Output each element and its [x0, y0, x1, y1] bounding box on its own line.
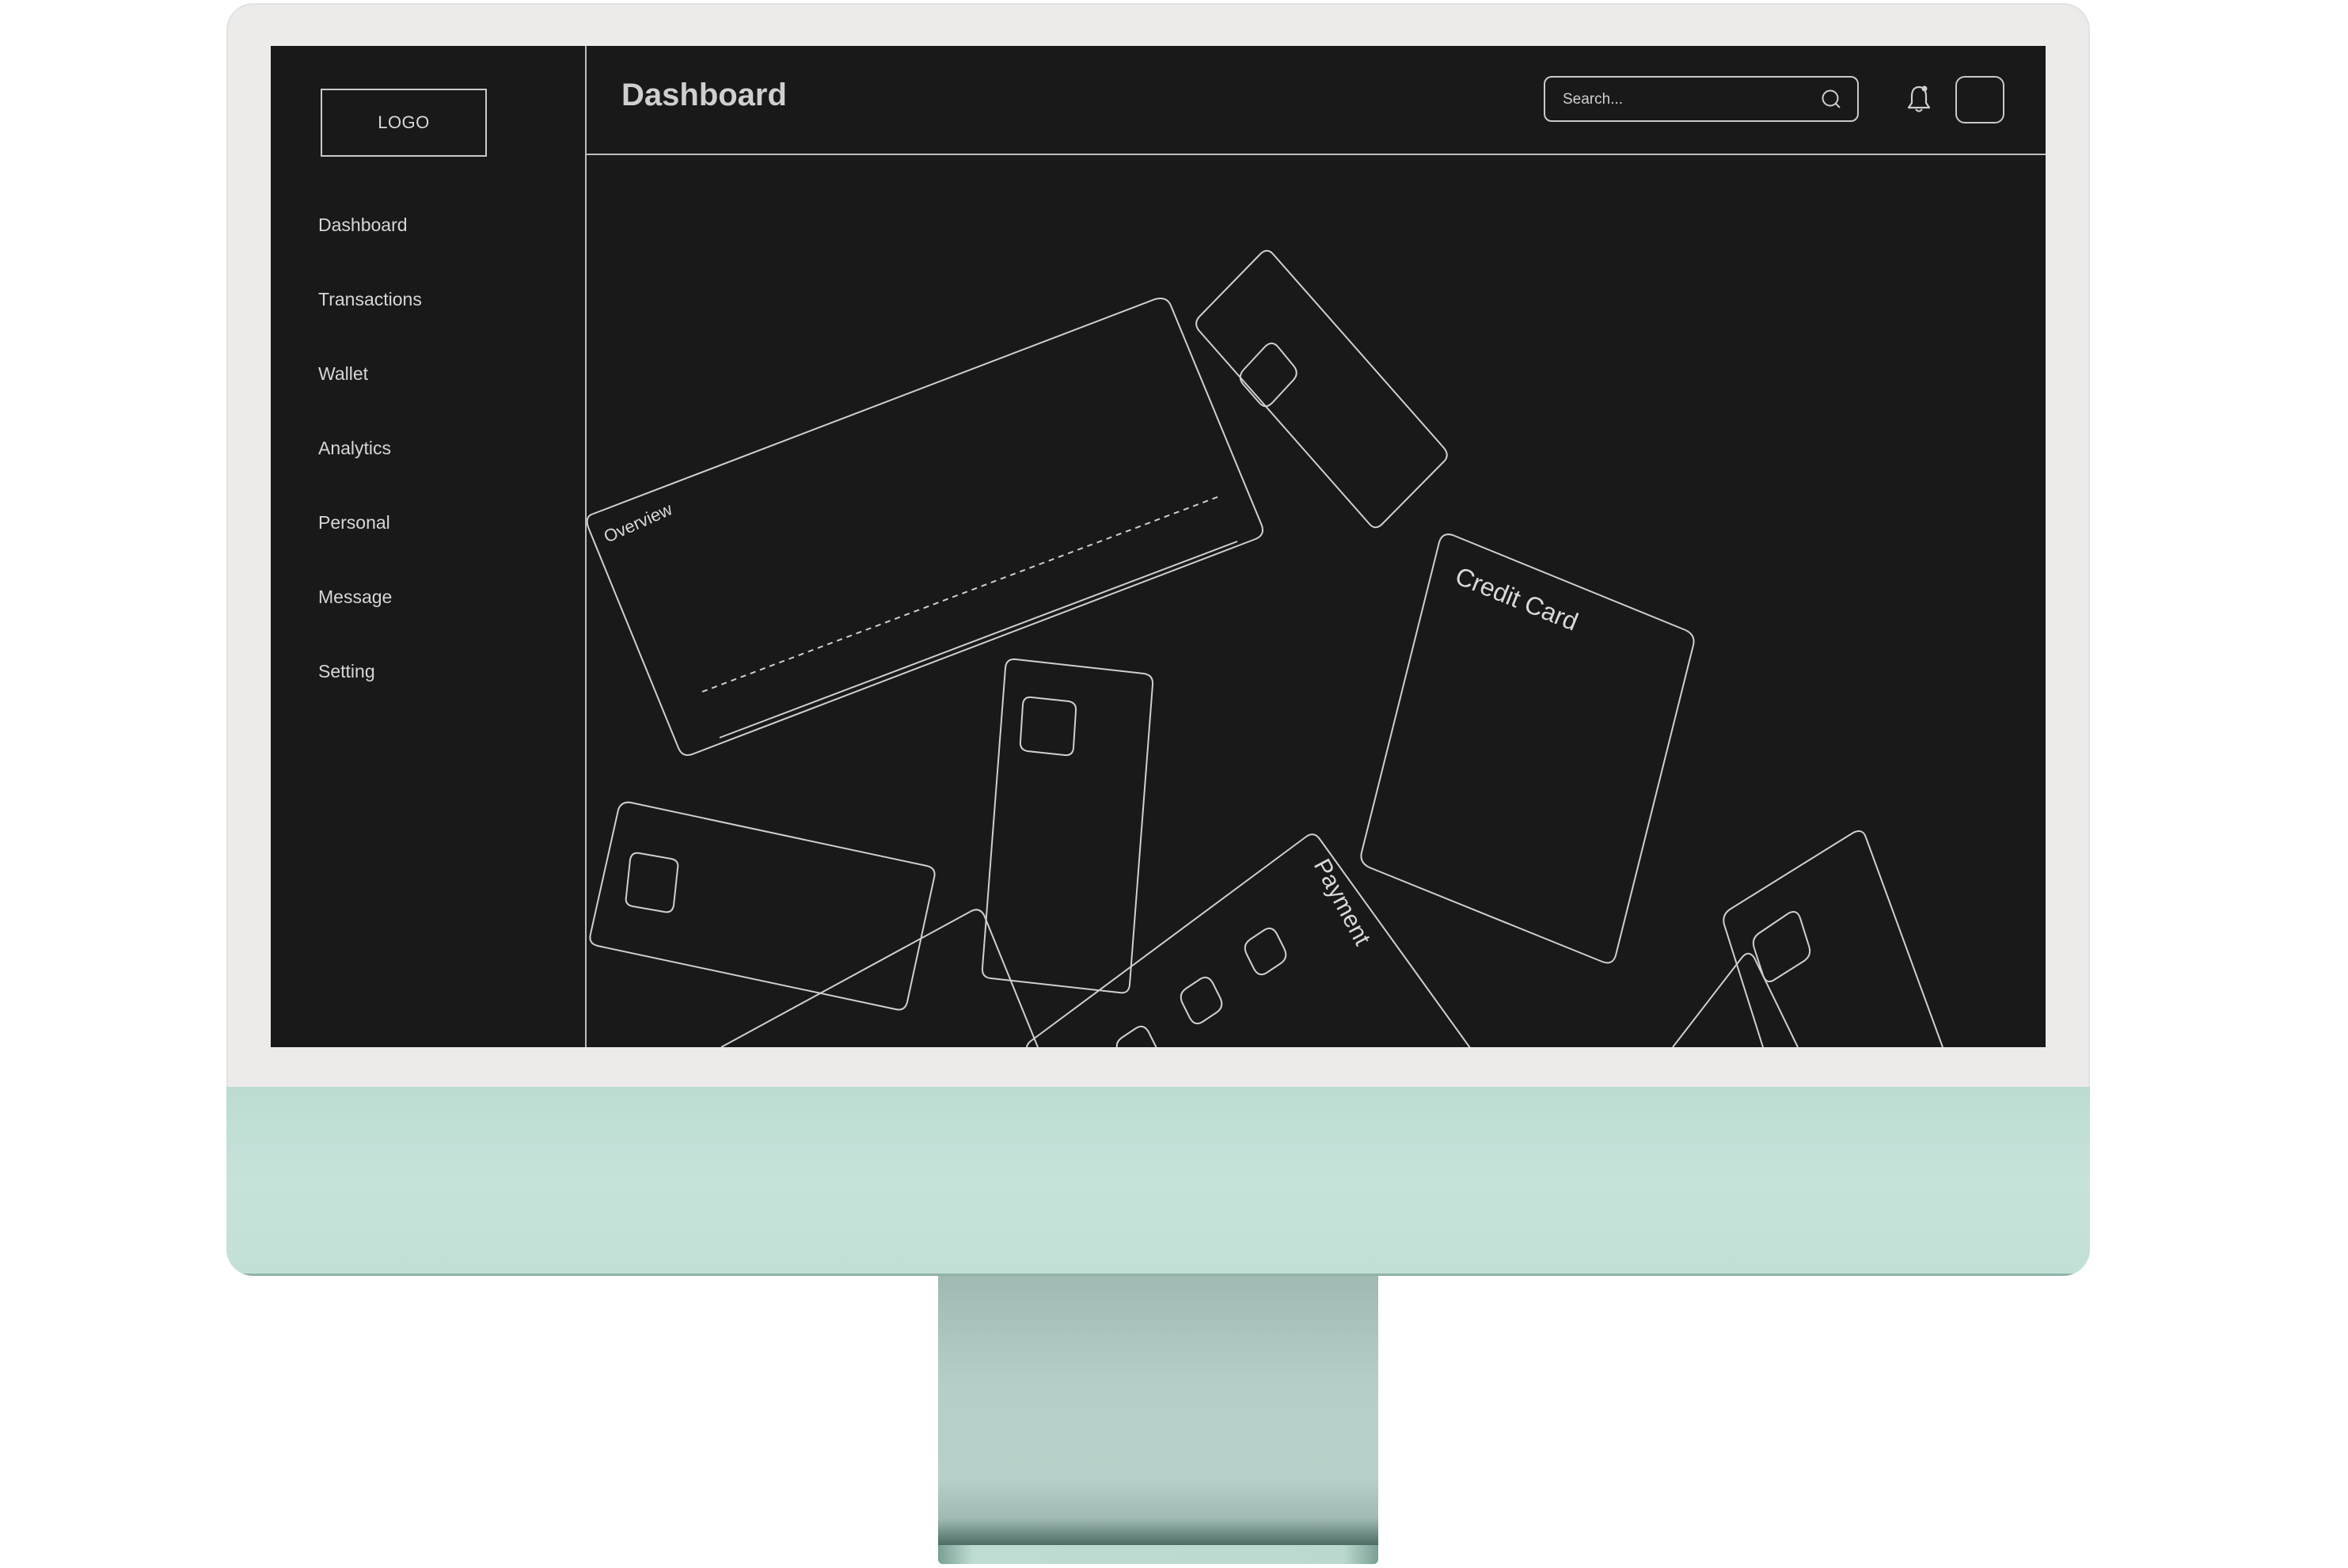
header: Dashboard: [587, 46, 2046, 155]
avatar[interactable]: [1955, 76, 2004, 123]
search-box[interactable]: [1544, 76, 1859, 122]
page-title: Dashboard: [621, 78, 787, 112]
card-left-bottom[interactable]: [589, 801, 936, 1011]
card-partial-bottom-right: [1672, 952, 1799, 1047]
sidebar-item-setting[interactable]: Setting: [318, 661, 375, 682]
sidebar-item-personal[interactable]: Personal: [318, 512, 390, 533]
search-input[interactable]: [1561, 78, 1818, 122]
app-screen: LOGO Dashboard Transactions Wallet Analy…: [271, 46, 2046, 1047]
bell-icon[interactable]: [1905, 83, 1932, 115]
credit-card-label: Credit Card: [1451, 561, 1582, 636]
monitor-chin: [226, 1087, 2090, 1276]
card-top-right[interactable]: [1195, 249, 1448, 529]
card-vertical-center[interactable]: [981, 658, 1154, 994]
sidebar-item-dashboard[interactable]: Dashboard: [318, 215, 408, 236]
sidebar-item-transactions[interactable]: Transactions: [318, 289, 422, 310]
monitor-stand: [938, 1276, 1378, 1545]
sidebar: LOGO Dashboard Transactions Wallet Analy…: [271, 46, 587, 1047]
sidebar-item-message[interactable]: Message: [318, 587, 392, 608]
card-right-edge[interactable]: [1723, 830, 1943, 1047]
cards-illustration: Overview Credit Card Payment: [587, 249, 1943, 1047]
payment-card[interactable]: Payment: [1026, 833, 1568, 1047]
dashboard-canvas: Overview Credit Card Payment: [587, 155, 2046, 1047]
sidebar-item-analytics[interactable]: Analytics: [318, 438, 391, 459]
search-icon[interactable]: [1821, 89, 1843, 111]
credit-card[interactable]: Credit Card: [1360, 533, 1695, 964]
sidebar-item-wallet[interactable]: Wallet: [318, 363, 368, 385]
logo[interactable]: LOGO: [321, 89, 487, 157]
overview-card[interactable]: Overview: [587, 298, 1263, 756]
monitor-stand-base: [938, 1545, 1378, 1564]
